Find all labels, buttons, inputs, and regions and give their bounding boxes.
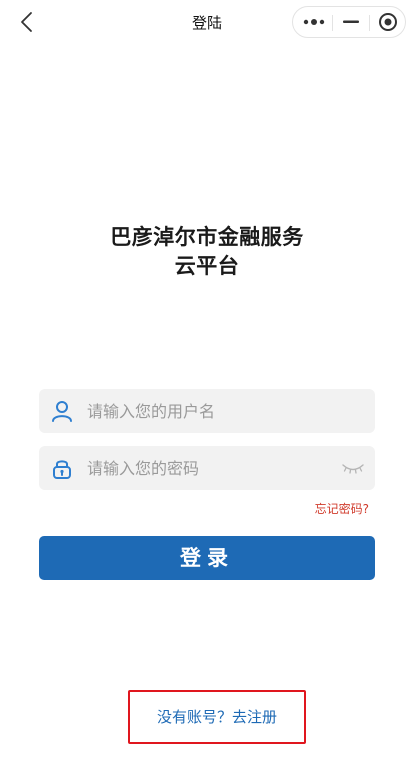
app-title: 巴彦淖尔市金融服务 云平台 xyxy=(0,223,414,281)
more-dots-icon[interactable] xyxy=(296,7,332,37)
app-title-line1: 巴彦淖尔市金融服务 xyxy=(110,225,304,249)
forgot-password-link[interactable]: 忘记密码? xyxy=(315,500,369,517)
mini-program-capsule xyxy=(292,6,406,38)
login-button[interactable]: 登录 xyxy=(39,536,375,580)
username-field[interactable] xyxy=(39,389,375,433)
eye-closed-icon[interactable] xyxy=(341,458,365,478)
password-input[interactable] xyxy=(87,446,327,490)
user-icon xyxy=(50,399,74,423)
target-circle-icon[interactable] xyxy=(370,7,406,37)
navigation-bar: 登陆 xyxy=(0,0,414,44)
minimize-icon[interactable] xyxy=(333,7,369,37)
password-field[interactable] xyxy=(39,446,375,490)
app-title-line2: 云平台 xyxy=(174,254,240,278)
lock-icon xyxy=(50,456,74,480)
register-link[interactable]: 没有账号？去注册 xyxy=(130,706,304,727)
register-highlight-box: 没有账号？去注册 xyxy=(128,690,306,744)
username-input[interactable] xyxy=(87,389,327,433)
